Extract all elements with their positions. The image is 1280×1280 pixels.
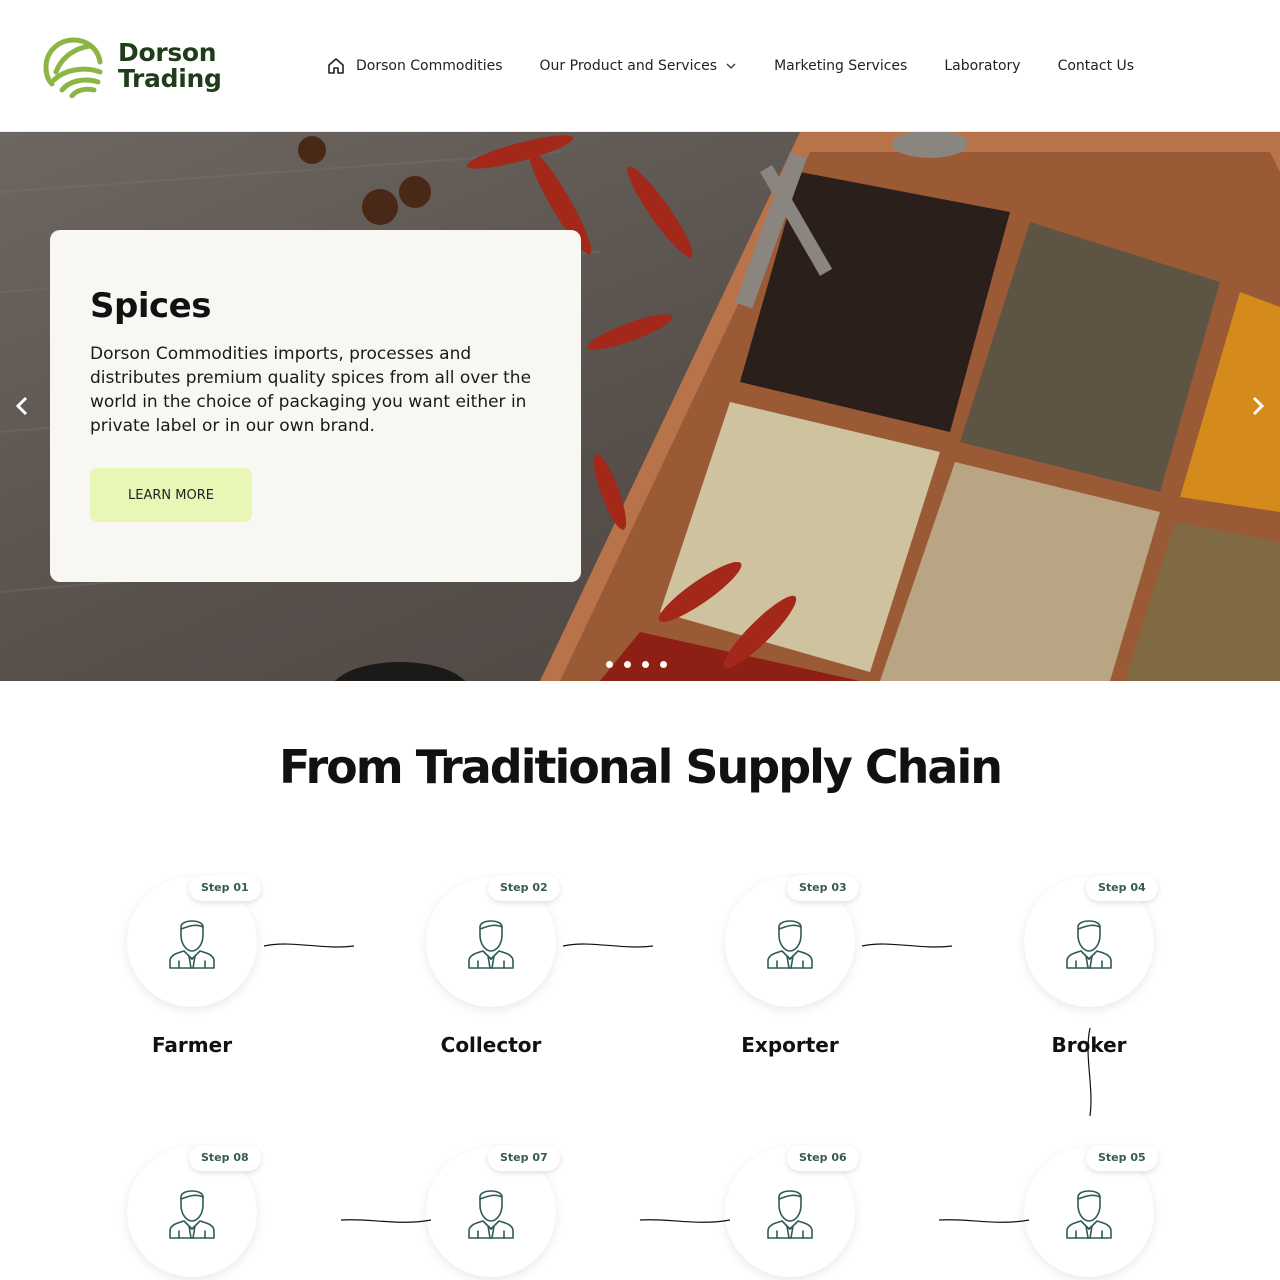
step-card: Step 06 (725, 1145, 859, 1277)
person-icon (169, 920, 215, 969)
site-header: Dorson Trading Dorson Commodities Our Pr… (0, 0, 1280, 132)
logo-line-2: Trading (118, 64, 222, 93)
person-icon (468, 1190, 514, 1239)
nav-label: Laboratory (944, 58, 1021, 74)
step-card: Step 07 (426, 1145, 560, 1277)
connector-line (340, 1219, 432, 1223)
person-icon (468, 920, 514, 969)
person-icon (767, 1190, 813, 1239)
step-card: Step 01 (127, 875, 261, 1007)
nav-item-laboratory[interactable]: Laboratory (944, 58, 1020, 74)
slider-dot[interactable] (660, 661, 667, 668)
person-icon (1066, 920, 1112, 969)
step-badge: Step 01 (189, 875, 261, 901)
nav-item-marketing-services[interactable]: Marketing Services (774, 58, 907, 74)
step-label-exporter: Exporter (741, 1033, 839, 1057)
hero-title: Spices (90, 286, 211, 326)
section-title: From Traditional Supply Chain (279, 740, 1003, 794)
connector-line (562, 943, 654, 948)
step-badge: Step 06 (787, 1145, 859, 1171)
step-badge: Step 02 (488, 875, 560, 901)
hero-slider: Spices Dorson Commodities imports, proce… (0, 132, 1280, 681)
nav-label: Dorson Commodities (356, 58, 503, 74)
hero-description: Dorson Commodities imports, processes an… (90, 344, 532, 436)
logo-line-1: Dorson (118, 38, 217, 67)
hero-card: Spices Dorson Commodities imports, proce… (50, 230, 581, 582)
connector-line (263, 943, 355, 948)
nav-label: Our Product and Services (539, 58, 718, 74)
step-label-farmer: Farmer (151, 1033, 233, 1057)
step-label-collector: Collector (440, 1033, 542, 1057)
slider-next-arrow-icon[interactable] (1246, 388, 1270, 424)
connector-line (938, 1219, 1030, 1223)
step-card: Step 08 (127, 1145, 261, 1277)
nav-item-products-services[interactable]: Our Product and Services (540, 58, 738, 74)
main-nav: Dorson Commodities Our Product and Servi… (326, 52, 1171, 80)
person-icon (767, 920, 813, 969)
slider-dot[interactable] (624, 661, 631, 668)
home-icon (328, 58, 344, 74)
slider-prev-arrow-icon[interactable] (10, 388, 34, 424)
step-card: Step 05 (1024, 1145, 1158, 1277)
logo-text: Dorson Trading (118, 40, 222, 92)
connector-line-vertical (1087, 1027, 1092, 1117)
logo[interactable]: Dorson Trading (40, 34, 240, 98)
connector-line (861, 943, 953, 948)
connector-line (639, 1219, 731, 1223)
person-icon (169, 1190, 215, 1239)
person-icon (1066, 1190, 1112, 1239)
chevron-down-icon (726, 63, 736, 69)
step-card: Step 02 (426, 875, 560, 1007)
learn-more-button[interactable]: LEARN MORE (90, 468, 252, 522)
step-card: Step 03 (725, 875, 859, 1007)
step-card: Step 04 (1024, 875, 1158, 1007)
slider-dot[interactable] (606, 661, 613, 668)
nav-label: Marketing Services (774, 58, 908, 74)
step-badge: Step 07 (488, 1145, 560, 1171)
nav-item-dorson-commodities[interactable]: Dorson Commodities (326, 56, 503, 76)
step-badge: Step 03 (787, 875, 859, 901)
step-badge: Step 05 (1086, 1145, 1158, 1171)
logo-leaf-icon (43, 37, 103, 98)
nav-item-contact-us[interactable]: Contact Us (1058, 58, 1134, 74)
step-badge: Step 08 (189, 1145, 261, 1171)
slider-dots (606, 661, 678, 668)
slider-dot[interactable] (642, 661, 649, 668)
nav-label: Contact Us (1057, 58, 1135, 74)
step-badge: Step 04 (1086, 875, 1158, 901)
